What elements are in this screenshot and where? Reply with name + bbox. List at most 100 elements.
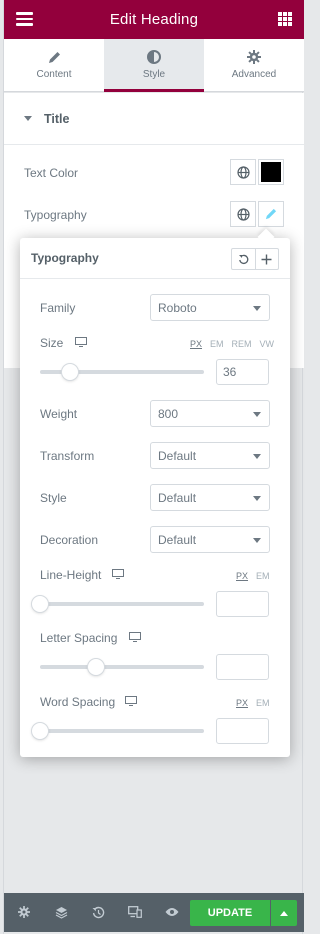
panel-title: Edit Heading: [109, 11, 199, 28]
letter-spacing-label: Letter Spacing: [40, 631, 118, 645]
update-button[interactable]: UPDATE: [190, 900, 270, 926]
history-button[interactable]: [91, 905, 105, 919]
word-spacing-units: PX EM: [236, 698, 270, 708]
eye-icon: [165, 908, 179, 916]
size-value: 36: [223, 365, 237, 379]
tab-content[interactable]: Content: [4, 39, 104, 91]
add-global-button[interactable]: [256, 249, 279, 269]
weight-select[interactable]: 800: [150, 400, 270, 427]
update-label: UPDATE: [207, 907, 253, 919]
letter-spacing-input[interactable]: [216, 654, 269, 680]
responsive-mode-button[interactable]: [128, 905, 142, 919]
popover-title: Typography: [31, 251, 99, 265]
family-label: Family: [40, 301, 76, 315]
size-input[interactable]: 36: [216, 359, 269, 385]
popover-header-buttons: [231, 248, 279, 270]
history-icon: [92, 906, 104, 918]
unit-em[interactable]: EM: [210, 339, 224, 349]
text-color-label: Text Color: [24, 166, 79, 180]
menu-icon[interactable]: [16, 12, 33, 26]
global-color-button[interactable]: [230, 159, 256, 185]
tab-advanced[interactable]: Advanced: [204, 39, 304, 91]
gear-icon: [247, 50, 261, 64]
chevron-down-icon: [253, 538, 261, 543]
line-height-slider-track[interactable]: [40, 602, 204, 606]
style-select[interactable]: Default: [150, 484, 270, 511]
chevron-down-icon: [253, 496, 261, 501]
layers-icon: [55, 906, 67, 919]
decoration-select[interactable]: Default: [150, 526, 270, 553]
typography-label: Typography: [24, 208, 87, 222]
line-height-slider-handle[interactable]: [32, 596, 48, 612]
widgets-grid-icon[interactable]: [278, 12, 292, 26]
responsive-icon: [128, 906, 142, 918]
word-spacing-input[interactable]: [216, 718, 269, 744]
preview-button[interactable]: [165, 905, 179, 919]
desktop-icon[interactable]: [125, 696, 137, 706]
unit-vw[interactable]: VW: [260, 339, 275, 349]
family-value: Roboto: [158, 300, 197, 315]
unit-em[interactable]: EM: [256, 571, 270, 581]
word-spacing-slider-track[interactable]: [40, 729, 204, 733]
settings-button[interactable]: [17, 905, 31, 919]
text-color-fill: [261, 162, 281, 182]
unit-px[interactable]: PX: [190, 339, 202, 349]
panel-footer: UPDATE: [4, 893, 304, 932]
panel-tabs: Content Style Advanced: [4, 39, 304, 92]
desktop-icon[interactable]: [112, 569, 124, 579]
line-height-label: Line-Height: [40, 568, 102, 582]
unit-px[interactable]: PX: [236, 698, 248, 708]
letter-spacing-slider-handle[interactable]: [87, 659, 104, 675]
word-spacing-slider-handle[interactable]: [32, 723, 48, 739]
typography-popover: Typography Family Roboto Size PX EM REM …: [20, 228, 290, 757]
section-title: Title: [44, 111, 70, 126]
family-select[interactable]: Roboto: [150, 294, 270, 321]
desktop-icon[interactable]: [129, 632, 141, 642]
style-value: Default: [158, 490, 197, 505]
transform-label: Transform: [40, 449, 95, 463]
chevron-down-icon: [253, 306, 261, 311]
tab-content-label: Content: [36, 68, 72, 80]
word-spacing-label: Word Spacing: [40, 695, 116, 709]
globe-icon: [236, 207, 250, 221]
unit-rem[interactable]: REM: [232, 339, 252, 349]
editor-panel: Edit Heading Content Style Advanced Titl…: [3, 0, 304, 934]
letter-spacing-slider-track[interactable]: [40, 665, 204, 669]
weight-label: Weight: [40, 407, 78, 421]
tab-advanced-label: Advanced: [231, 69, 277, 80]
contrast-icon: [147, 50, 161, 64]
global-typography-button[interactable]: [230, 201, 256, 227]
size-slider-handle[interactable]: [61, 364, 78, 380]
unit-px[interactable]: PX: [236, 571, 248, 581]
transform-value: Default: [158, 448, 197, 463]
text-color-swatch[interactable]: [258, 159, 284, 185]
section-title-toggle[interactable]: Title: [4, 93, 304, 145]
caret-down-icon: [24, 116, 32, 121]
gear-icon: [18, 906, 30, 918]
panel-header: Edit Heading: [4, 0, 304, 39]
plus-icon: [261, 254, 272, 264]
style-label: Style: [40, 491, 67, 505]
tab-style-label: Style: [142, 69, 166, 80]
tab-style[interactable]: Style: [104, 39, 204, 92]
weight-value: 800: [158, 406, 179, 421]
decoration-value: Default: [158, 532, 197, 547]
transform-select[interactable]: Default: [150, 442, 270, 469]
reset-icon: [238, 254, 249, 264]
line-height-input[interactable]: [216, 591, 269, 617]
edit-typography-button[interactable]: [258, 201, 284, 227]
globe-icon: [236, 165, 250, 179]
decoration-label: Decoration: [40, 533, 99, 547]
caret-up-icon: [280, 910, 288, 916]
reset-button[interactable]: [232, 249, 256, 269]
desktop-icon[interactable]: [75, 337, 87, 347]
navigator-button[interactable]: [54, 905, 68, 919]
pencil-icon: [265, 208, 277, 220]
save-options-button[interactable]: [271, 900, 297, 926]
line-height-units: PX EM: [236, 571, 270, 581]
unit-em[interactable]: EM: [256, 698, 270, 708]
size-label: Size: [40, 336, 64, 350]
chevron-down-icon: [253, 454, 261, 459]
pencil-icon: [48, 51, 60, 63]
chevron-down-icon: [253, 412, 261, 417]
